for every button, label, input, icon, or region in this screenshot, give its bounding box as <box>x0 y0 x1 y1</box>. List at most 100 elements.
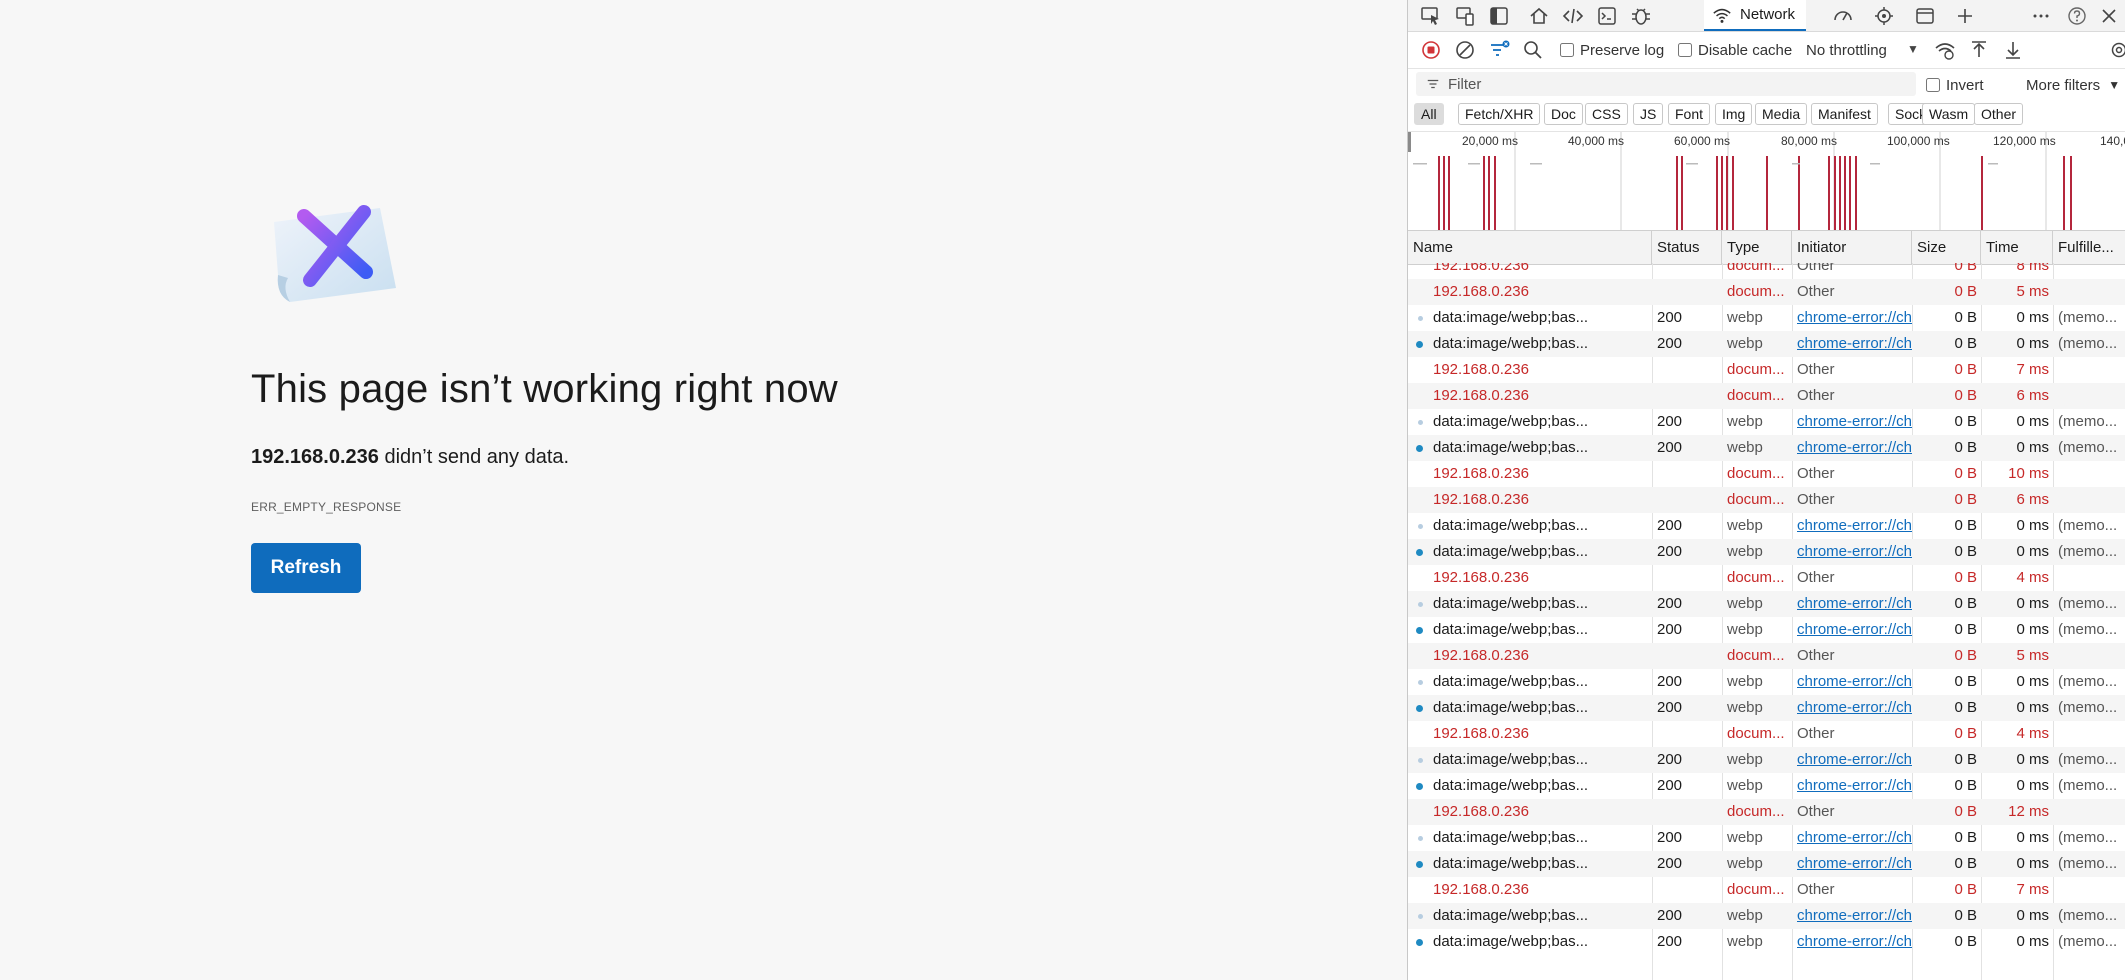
initiator-link[interactable]: chrome-error://ch <box>1797 413 1912 430</box>
preserve-log-checkbox[interactable]: Preserve log <box>1560 39 1664 61</box>
import-har-icon[interactable] <box>1966 37 1992 63</box>
initiator-link[interactable]: chrome-error://ch <box>1797 335 1912 352</box>
column-header-name[interactable]: Name <box>1408 231 1652 264</box>
type-filter-fetch-xhr[interactable]: Fetch/XHR <box>1458 103 1541 125</box>
table-row[interactable]: data:image/webp;bas... 200 webp chrome-erro… <box>1408 929 2125 955</box>
initiator-link[interactable]: chrome-error://ch <box>1797 751 1912 768</box>
more-filters-dropdown[interactable]: More filters ▼ <box>2026 74 2120 96</box>
request-initiator[interactable]: chrome-error://ch <box>1792 747 1912 773</box>
table-row[interactable]: 192.168.0.236 docum... Other 0 B 5 ms <box>1408 643 2125 669</box>
table-row[interactable]: 192.168.0.236 docum... Other 0 B 6 ms <box>1408 383 2125 409</box>
console-tab-icon[interactable] <box>1594 3 1620 29</box>
table-row[interactable]: 192.168.0.236 docum... Other 0 B 4 ms <box>1408 721 2125 747</box>
table-row[interactable]: data:image/webp;bas... 200 webp chrome-erro… <box>1408 669 2125 695</box>
type-filter-img[interactable]: Img <box>1715 103 1753 125</box>
table-row[interactable]: data:image/webp;bas... 200 webp chrome-erro… <box>1408 903 2125 929</box>
type-filter-doc[interactable]: Doc <box>1544 103 1583 125</box>
table-row[interactable]: 192.168.0.236 docum... Other 0 B 8 ms <box>1408 263 2125 279</box>
table-row[interactable]: data:image/webp;bas... 200 webp chrome-erro… <box>1408 695 2125 721</box>
initiator-link[interactable]: chrome-error://ch <box>1797 855 1912 872</box>
request-initiator[interactable]: chrome-error://ch <box>1792 695 1912 721</box>
initiator-link[interactable]: chrome-error://ch <box>1797 777 1912 794</box>
type-filter-manifest[interactable]: Manifest <box>1811 103 1878 125</box>
record-stop-icon[interactable] <box>1418 37 1444 63</box>
type-filter-css[interactable]: CSS <box>1585 103 1628 125</box>
type-filter-font[interactable]: Font <box>1668 103 1711 125</box>
table-row[interactable]: 192.168.0.236 docum... Other 0 B 7 ms <box>1408 877 2125 903</box>
request-initiator[interactable]: chrome-error://ch <box>1792 903 1912 929</box>
table-row[interactable]: 192.168.0.236 docum... Other 0 B 7 ms <box>1408 357 2125 383</box>
table-row[interactable]: data:image/webp;bas... 200 webp chrome-erro… <box>1408 825 2125 851</box>
disable-cache-checkbox[interactable]: Disable cache <box>1678 39 1792 61</box>
column-header-time[interactable]: Time <box>1981 231 2053 264</box>
help-icon[interactable] <box>2064 3 2090 29</box>
device-emulation-icon[interactable] <box>1452 3 1478 29</box>
table-row[interactable]: data:image/webp;bas... 200 webp chrome-erro… <box>1408 539 2125 565</box>
initiator-link[interactable]: chrome-error://ch <box>1797 933 1912 950</box>
table-row[interactable]: data:image/webp;bas... 200 webp chrome-erro… <box>1408 591 2125 617</box>
table-row[interactable]: 192.168.0.236 docum... Other 0 B 5 ms <box>1408 279 2125 305</box>
request-initiator[interactable]: chrome-error://ch <box>1792 513 1912 539</box>
filter-input[interactable]: Filter <box>1416 72 1916 96</box>
table-row[interactable]: data:image/webp;bas... 200 webp chrome-erro… <box>1408 747 2125 773</box>
tab-network[interactable]: Network <box>1704 0 1806 31</box>
type-filter-js[interactable]: JS <box>1633 103 1664 125</box>
close-devtools-icon[interactable] <box>2096 3 2122 29</box>
initiator-link[interactable]: chrome-error://ch <box>1797 673 1912 690</box>
initiator-link[interactable]: chrome-error://ch <box>1797 907 1912 924</box>
refresh-button[interactable]: Refresh <box>251 543 361 593</box>
column-header-fulfilled[interactable]: Fulfille... <box>2053 231 2125 264</box>
type-filter-media[interactable]: Media <box>1755 103 1808 125</box>
type-filter-all[interactable]: All <box>1414 103 1444 125</box>
request-initiator[interactable]: chrome-error://ch <box>1792 825 1912 851</box>
table-row[interactable]: 192.168.0.236 docum... Other 0 B 6 ms <box>1408 487 2125 513</box>
type-filter-other[interactable]: Other <box>1974 103 2024 125</box>
table-row[interactable]: data:image/webp;bas... 200 webp chrome-erro… <box>1408 617 2125 643</box>
request-initiator[interactable]: chrome-error://ch <box>1792 331 1912 357</box>
table-row[interactable]: 192.168.0.236 docum... Other 0 B 12 ms <box>1408 799 2125 825</box>
table-row[interactable]: 192.168.0.236 docum... Other 0 B 10 ms <box>1408 461 2125 487</box>
filter-toggle-icon[interactable] <box>1486 37 1512 63</box>
column-header-type[interactable]: Type <box>1722 231 1792 264</box>
initiator-link[interactable]: chrome-error://ch <box>1797 439 1912 456</box>
request-initiator[interactable]: chrome-error://ch <box>1792 929 1912 955</box>
application-tab-icon[interactable] <box>1912 3 1938 29</box>
more-options-icon[interactable] <box>2028 3 2054 29</box>
request-initiator[interactable]: chrome-error://ch <box>1792 617 1912 643</box>
initiator-link[interactable]: chrome-error://ch <box>1797 829 1912 846</box>
request-initiator[interactable]: chrome-error://ch <box>1792 539 1912 565</box>
initiator-link[interactable]: chrome-error://ch <box>1797 699 1912 716</box>
initiator-link[interactable]: chrome-error://ch <box>1797 309 1912 326</box>
sources-bug-icon[interactable] <box>1628 3 1654 29</box>
column-header-initiator[interactable]: Initiator <box>1792 231 1912 264</box>
table-row[interactable]: data:image/webp;bas... 200 webp chrome-erro… <box>1408 409 2125 435</box>
table-row[interactable]: data:image/webp;bas... 200 webp chrome-erro… <box>1408 513 2125 539</box>
column-header-status[interactable]: Status <box>1652 231 1722 264</box>
invert-checkbox[interactable]: Invert <box>1926 74 1984 96</box>
network-conditions-icon[interactable] <box>1932 37 1958 63</box>
table-row[interactable]: 192.168.0.236 docum... Other 0 B 4 ms <box>1408 565 2125 591</box>
type-filter-wasm[interactable]: Wasm <box>1922 103 1976 125</box>
request-initiator[interactable]: chrome-error://ch <box>1792 435 1912 461</box>
table-row[interactable]: data:image/webp;bas... 200 webp chrome-erro… <box>1408 435 2125 461</box>
initiator-link[interactable]: chrome-error://ch <box>1797 517 1912 534</box>
initiator-link[interactable]: chrome-error://ch <box>1797 543 1912 560</box>
table-row[interactable]: data:image/webp;bas... 200 webp chrome-erro… <box>1408 851 2125 877</box>
request-initiator[interactable]: chrome-error://ch <box>1792 851 1912 877</box>
initiator-link[interactable]: chrome-error://ch <box>1797 621 1912 638</box>
initiator-link[interactable]: chrome-error://ch <box>1797 595 1912 612</box>
clear-log-icon[interactable] <box>1452 37 1478 63</box>
column-header-size[interactable]: Size <box>1912 231 1981 264</box>
search-icon[interactable] <box>1520 37 1546 63</box>
throttling-select[interactable]: No throttling ▼ <box>1806 39 1919 61</box>
request-initiator[interactable]: chrome-error://ch <box>1792 409 1912 435</box>
request-initiator[interactable]: chrome-error://ch <box>1792 669 1912 695</box>
request-initiator[interactable]: chrome-error://ch <box>1792 305 1912 331</box>
table-row[interactable]: data:image/webp;bas... 200 webp chrome-erro… <box>1408 773 2125 799</box>
request-initiator[interactable]: chrome-error://ch <box>1792 773 1912 799</box>
network-settings-gear-icon[interactable] <box>2106 37 2125 63</box>
welcome-home-icon[interactable] <box>1526 3 1552 29</box>
table-row[interactable]: data:image/webp;bas... 200 webp chrome-erro… <box>1408 331 2125 357</box>
elements-tab-icon[interactable] <box>1560 3 1586 29</box>
dock-side-icon[interactable] <box>1486 3 1512 29</box>
